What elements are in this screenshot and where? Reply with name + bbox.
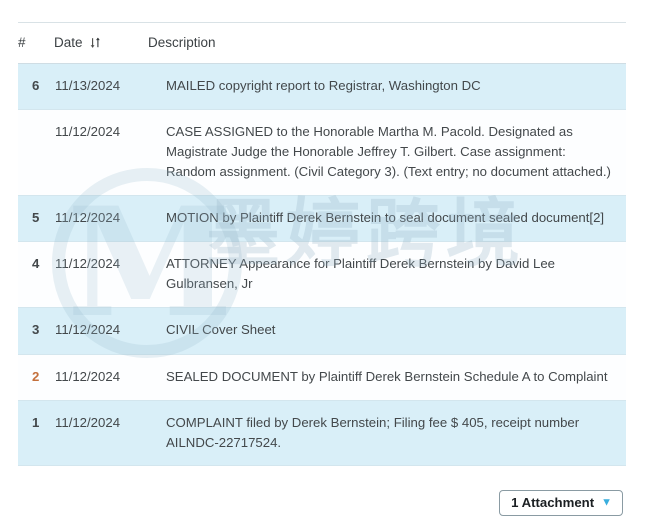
docket-entry-date: 11/12/2024 [54,109,148,197]
docket-entry-date: 11/12/2024 [54,241,148,309]
table-row[interactable]: 5 11/12/2024 MOTION by Plaintiff Derek Ber… [18,195,626,243]
docket-entry-description: COMPLAINT filed by Derek Bernstein; Fili… [148,400,626,466]
docket-entry-number [18,109,54,197]
table-row[interactable]: 2 11/12/2024 SEALED DOCUMENT by Plaintiff … [18,354,626,401]
docket-table-header: # Date Description [18,22,626,64]
table-row[interactable]: 11/12/2024 CASE ASSIGNED to the Honorable… [18,109,626,197]
chevron-down-icon: ▼ [601,496,612,509]
docket-entry-description: ATTORNEY Appearance for Plaintiff Derek … [148,241,626,309]
docket-entry-number[interactable]: 5 [18,195,54,243]
column-header-date[interactable]: Date [54,22,148,64]
column-header-number[interactable]: # [18,22,54,64]
docket-entry-date: 11/13/2024 [54,63,148,111]
column-header-number-label: # [18,35,26,50]
table-row[interactable]: 3 11/12/2024 CIVIL Cover Sheet [18,307,626,355]
docket-entry-number[interactable]: 4 [18,241,54,309]
docket-entry-date: 11/12/2024 [54,400,148,466]
docket-entry-date: 11/12/2024 [54,307,148,355]
docket-table: # Date Description 6 11/13/2024 MAILED cop… [18,22,626,466]
docket-entry-description: CASE ASSIGNED to the Honorable Martha M.… [148,109,626,197]
column-header-description-label: Description [148,35,216,50]
docket-entry-number[interactable]: 6 [18,63,54,111]
docket-entry-date: 11/12/2024 [54,354,148,401]
docket-entry-description: MAILED copyright report to Registrar, Wa… [148,63,626,111]
table-row[interactable]: 1 11/12/2024 COMPLAINT filed by Derek Bern… [18,400,626,466]
docket-entry-number[interactable]: 1 [18,400,54,466]
docket-entry-date: 11/12/2024 [54,195,148,243]
docket-panel: # Date Description 6 11/13/2024 MAILED cop… [18,22,626,516]
column-header-description[interactable]: Description [148,22,626,64]
sort-ascending-descending-icon[interactable] [90,37,101,49]
table-row[interactable]: 6 11/13/2024 MAILED copyright report to Re… [18,63,626,111]
docket-entry-description: MOTION by Plaintiff Derek Bernstein to s… [148,195,626,243]
table-row[interactable]: 4 11/12/2024 ATTORNEY Appearance for Plain… [18,241,626,309]
docket-entry-number[interactable]: 2 [18,354,54,401]
docket-table-body: 6 11/13/2024 MAILED copyright report to Re… [18,63,626,466]
attachment-button-label: 1 Attachment [511,494,595,510]
docket-entry-description: SEALED DOCUMENT by Plaintiff Derek Berns… [148,354,626,401]
header-row: # Date Description [18,22,626,64]
docket-entry-number[interactable]: 3 [18,307,54,355]
column-header-date-label: Date [54,35,83,50]
docket-entry-description: CIVIL Cover Sheet [148,307,626,355]
